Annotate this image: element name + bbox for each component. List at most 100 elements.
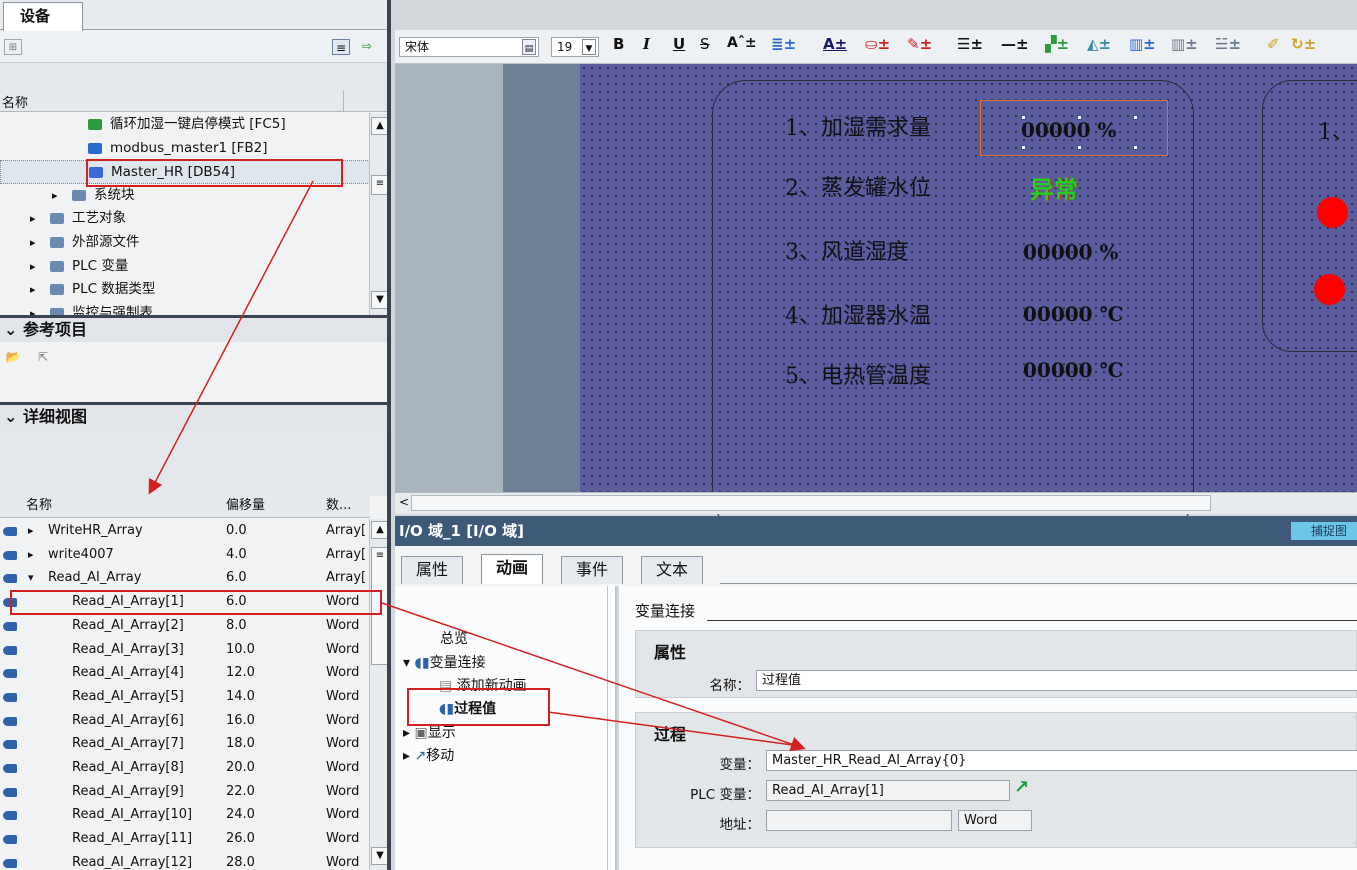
value-water-temp[interactable]: 00000 ℃ xyxy=(1023,302,1124,326)
underline-button[interactable]: U xyxy=(673,35,685,53)
scroll-thumb[interactable]: ≡ xyxy=(371,175,387,195)
detail-row[interactable]: ▸ WriteHR_Array 0.0 Array[ xyxy=(0,519,370,543)
brush-icon[interactable]: ✐ xyxy=(1267,35,1280,53)
tab-texts[interactable]: 文本 xyxy=(641,556,704,584)
goto-variable-icon[interactable]: ↗ xyxy=(1014,777,1029,798)
tree-item[interactable]: ▸ 外部源文件 xyxy=(0,231,370,255)
resize-handle[interactable] xyxy=(1021,145,1026,150)
tree-settings-icon[interactable]: ⊞ xyxy=(4,39,22,55)
add-device-icon[interactable]: ⇨ xyxy=(358,38,376,54)
dropdown-icon[interactable]: ▤ xyxy=(522,39,536,55)
tree-item[interactable]: ▸ 系统块 xyxy=(0,184,370,208)
collapse-icon[interactable]: ⌄ xyxy=(4,320,17,339)
line-style-icon[interactable]: ☰± xyxy=(957,35,983,53)
scroll-up-icon[interactable]: ▲ xyxy=(371,521,387,539)
fill-pattern-icon[interactable]: ▞± xyxy=(1045,35,1069,53)
expand-icon[interactable]: ▾ xyxy=(403,655,410,671)
expand-icon[interactable]: ▸ xyxy=(30,302,36,315)
expand-icon[interactable]: ▸ xyxy=(403,725,410,741)
font-name-select[interactable]: 宋体 ▤ xyxy=(399,37,539,57)
align-bottom-icon[interactable]: ▥± xyxy=(1129,35,1156,53)
detail-row[interactable]: Read_AI_Array[6] 16.0 Word xyxy=(0,709,370,733)
detail-row[interactable]: ▸ write4007 4.0 Array[ xyxy=(0,543,370,567)
detail-row[interactable]: Read_AI_Array[2] 8.0 Word xyxy=(0,614,370,638)
detail-row[interactable]: Read_AI_Array[7] 18.0 Word xyxy=(0,732,370,756)
indicator-lamp-1[interactable] xyxy=(1317,197,1348,228)
expand-icon[interactable]: ▸ xyxy=(403,748,410,764)
nav-overview[interactable]: 总览 xyxy=(440,628,468,648)
value-humidify-demand[interactable]: 00000 % xyxy=(1021,118,1117,142)
scroll-up-icon[interactable]: ▲ xyxy=(371,117,387,135)
tab-properties[interactable]: 属性 xyxy=(401,556,464,584)
detail-scrollbar[interactable]: ▲ ≡ ▼ xyxy=(369,519,387,870)
tab-animations[interactable]: 动画 xyxy=(481,554,544,584)
italic-button[interactable]: I xyxy=(643,35,650,53)
expand-icon[interactable]: ▸ xyxy=(30,278,36,301)
scroll-thumb[interactable] xyxy=(411,495,1211,511)
scroll-left-icon[interactable]: < xyxy=(399,495,409,509)
font-size-select[interactable]: 19 ▼ xyxy=(551,37,599,57)
detail-view-header[interactable]: ⌄ 详细视图 xyxy=(0,402,387,431)
line-width-icon[interactable]: —± xyxy=(1001,35,1029,53)
tab-events[interactable]: 事件 xyxy=(561,556,624,584)
list-view-icon[interactable]: ≡ xyxy=(332,39,350,55)
hmi-screen-canvas[interactable]: 1、加湿需求量 2、蒸发罐水位 3、风道湿度 4、加湿器水温 5、电热管温度 0… xyxy=(580,64,1357,530)
nav-variable-connection[interactable]: ▾ ◖▮变量连接 xyxy=(403,652,486,672)
value-tank-level[interactable]: 异常 xyxy=(1030,170,1078,205)
detail-row[interactable]: Read_AI_Array[12] 28.0 Word xyxy=(0,851,370,870)
tree-item[interactable]: ▸ 工艺对象 xyxy=(0,207,370,231)
expand-icon[interactable]: ▸ xyxy=(30,255,36,278)
close-project-icon[interactable]: ⇱ xyxy=(34,349,52,365)
value-heater-temp[interactable]: 00000 ℃ xyxy=(1023,358,1124,382)
align-icon[interactable]: ≣± xyxy=(771,35,796,53)
tree-item[interactable]: ▸ PLC 数据类型 xyxy=(0,278,370,302)
value-duct-humidity[interactable]: 00000 % xyxy=(1023,240,1119,264)
nav-movement[interactable]: ▸ ↗移动 xyxy=(403,745,454,765)
tree-scrollbar[interactable]: ▲ ≡ ▼ xyxy=(369,113,387,315)
expand-icon[interactable]: ▸ xyxy=(30,231,36,254)
expand-icon[interactable]: ▸ xyxy=(30,207,36,230)
detail-row[interactable]: Read_AI_Array[3] 10.0 Word xyxy=(0,638,370,662)
scroll-down-icon[interactable]: ▼ xyxy=(371,847,387,865)
collapse-icon[interactable]: ⌄ xyxy=(4,407,17,426)
expand-icon[interactable]: ▸ xyxy=(52,184,58,207)
font-grow-icon[interactable]: Aˆ± xyxy=(727,35,757,51)
fill-color-icon[interactable]: ⛀± xyxy=(865,35,890,53)
resize-handle[interactable] xyxy=(1077,145,1082,150)
detail-row[interactable]: ▾ Read_AI_Array 6.0 Array[ xyxy=(0,566,370,590)
tab-devices[interactable]: 设备 xyxy=(3,2,83,31)
open-project-icon[interactable]: 📂 xyxy=(4,349,22,365)
tree-item[interactable]: ▸ PLC 变量 xyxy=(0,255,370,279)
expand-icon[interactable]: ▸ xyxy=(28,519,34,542)
detail-col-type[interactable]: 数... xyxy=(326,496,351,516)
canvas-hscrollbar[interactable]: < xyxy=(395,492,1357,514)
distribute-icon[interactable]: ▥± xyxy=(1171,35,1198,53)
capture-button[interactable]: 捕捉图 xyxy=(1291,522,1357,540)
indicator-lamp-2[interactable] xyxy=(1314,274,1345,305)
tree-item[interactable]: ▸ 监控与强制表 xyxy=(0,302,370,315)
detail-col-offset[interactable]: 偏移量 xyxy=(226,496,265,516)
detail-row[interactable]: Read_AI_Array[11] 26.0 Word xyxy=(0,827,370,851)
resize-handle[interactable] xyxy=(1133,145,1138,150)
name-field[interactable]: 过程值 xyxy=(756,670,1357,691)
detail-row[interactable]: Read_AI_Array[8] 20.0 Word xyxy=(0,756,370,780)
scroll-down-icon[interactable]: ▼ xyxy=(371,291,387,309)
nav-splitter[interactable] xyxy=(607,586,617,870)
bold-button[interactable]: B xyxy=(613,35,624,53)
tree-item[interactable]: modbus_master1 [FB2] xyxy=(0,137,370,161)
shape-icon[interactable]: ◭± xyxy=(1087,35,1111,53)
detail-col-name[interactable]: 名称 xyxy=(26,496,52,516)
detail-row[interactable]: Read_AI_Array[4] 12.0 Word xyxy=(0,661,370,685)
tree-item[interactable]: 循环加湿一键启停模式 [FC5] xyxy=(0,113,370,137)
detail-row[interactable]: Read_AI_Array[9] 22.0 Word xyxy=(0,780,370,804)
detail-row[interactable]: Read_AI_Array[10] 24.0 Word xyxy=(0,803,370,827)
resize-handle[interactable] xyxy=(1133,115,1138,120)
ref-projects-header[interactable]: ⌄ 参考项目 xyxy=(0,315,387,342)
rotate-icon[interactable]: ↻± xyxy=(1291,35,1316,53)
spacing-icon[interactable]: ☱± xyxy=(1215,35,1241,53)
strikethrough-button[interactable]: S xyxy=(700,35,710,53)
expand-icon[interactable]: ▾ xyxy=(28,566,34,589)
detail-row[interactable]: Read_AI_Array[5] 14.0 Word xyxy=(0,685,370,709)
expand-icon[interactable]: ▸ xyxy=(28,543,34,566)
variable-field[interactable]: Master_HR_Read_AI_Array{0} xyxy=(766,750,1357,771)
